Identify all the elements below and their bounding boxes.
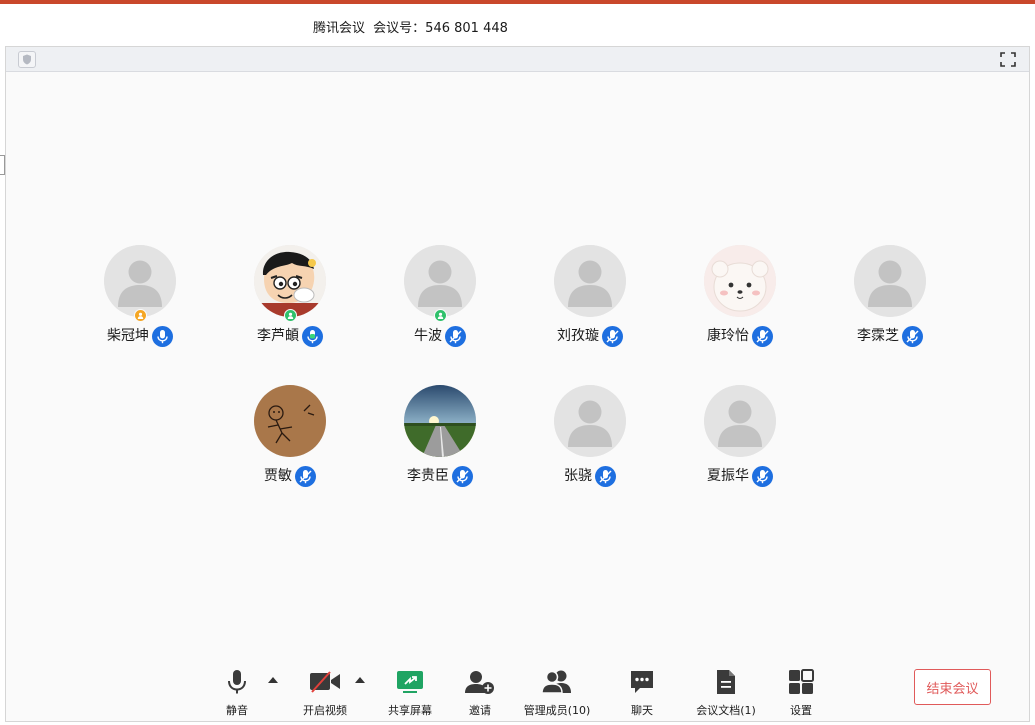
chat-label: 聊天 bbox=[631, 704, 653, 717]
share-screen-label: 共享屏幕 bbox=[388, 704, 432, 717]
avatar-white-dog bbox=[704, 245, 776, 317]
avatar-sketch-bear bbox=[254, 385, 326, 457]
mic-muted-icon bbox=[602, 325, 623, 347]
participant-tile[interactable]: 张骁 bbox=[520, 385, 660, 495]
video-off-icon bbox=[298, 667, 352, 697]
mic-muted-icon bbox=[595, 465, 616, 487]
manage-members-label: 管理成员(10) bbox=[523, 704, 591, 717]
participant-name: 贾敏 bbox=[264, 468, 292, 484]
participant-name-row: 牛波 bbox=[370, 325, 510, 347]
avatar bbox=[554, 245, 626, 317]
invite-user-icon bbox=[460, 667, 500, 697]
participant-tile[interactable]: 贾敏 bbox=[220, 385, 360, 495]
avatar bbox=[854, 245, 926, 317]
participant-name: 牛波 bbox=[414, 328, 442, 344]
fullscreen-icon[interactable] bbox=[999, 51, 1017, 68]
microphone-icon bbox=[217, 667, 257, 697]
end-meeting-button[interactable]: 结束会议 bbox=[914, 669, 991, 705]
participant-name: 康玲怡 bbox=[707, 328, 749, 344]
participant-name: 柴冠坤 bbox=[107, 328, 149, 344]
participant-tile[interactable]: 李贵臣 bbox=[370, 385, 510, 495]
meeting-id: 546 801 448 bbox=[425, 21, 508, 36]
participant-tile[interactable]: 李霂芝 bbox=[820, 245, 960, 355]
mic-muted-icon bbox=[752, 465, 773, 487]
avatar bbox=[704, 385, 776, 457]
window-title: 腾讯会议 会议号：546 801 448 bbox=[0, 17, 1035, 36]
audio-options-caret-icon[interactable] bbox=[268, 677, 278, 683]
meeting-id-label: 会议号： bbox=[373, 21, 426, 36]
avatar-road-sunset bbox=[404, 385, 476, 457]
participant-tile[interactable]: 康玲怡 bbox=[670, 245, 810, 355]
participant-name: 刘孜璇 bbox=[557, 328, 599, 344]
participant-name-row: 夏振华 bbox=[670, 465, 810, 487]
security-shield-icon[interactable] bbox=[18, 51, 36, 68]
document-icon bbox=[694, 667, 758, 697]
participant-name-row: 李芦頔 bbox=[220, 325, 360, 347]
participant-tile[interactable]: 李芦頔 bbox=[220, 245, 360, 355]
cohost-badge-icon bbox=[284, 309, 297, 322]
mic-icon bbox=[152, 325, 173, 347]
start-video-button[interactable]: 开启视频 bbox=[298, 667, 352, 723]
participant-name: 张骁 bbox=[564, 468, 592, 484]
participant-name-row: 康玲怡 bbox=[670, 325, 810, 347]
participant-name-row: 刘孜璇 bbox=[520, 325, 660, 347]
participant-name-row: 柴冠坤 bbox=[70, 325, 210, 347]
mute-button[interactable]: 静音 bbox=[217, 667, 257, 723]
mic-muted-icon bbox=[902, 325, 923, 347]
mute-label: 静音 bbox=[226, 704, 248, 717]
manage-members-button[interactable]: 管理成员(10) bbox=[522, 667, 592, 723]
participant-name-row: 李霂芝 bbox=[820, 325, 960, 347]
mic-muted-icon bbox=[452, 465, 473, 487]
cohost-badge-icon bbox=[434, 309, 447, 322]
members-icon bbox=[522, 667, 592, 697]
mic-muted-icon bbox=[445, 325, 466, 347]
participant-tile[interactable]: 刘孜璇 bbox=[520, 245, 660, 355]
settings-label: 设置 bbox=[790, 704, 812, 717]
share-screen-button[interactable]: 共享屏幕 bbox=[383, 667, 437, 723]
participant-name: 夏振华 bbox=[707, 468, 749, 484]
participant-tile[interactable]: 夏振华 bbox=[670, 385, 810, 495]
meeting-toolbar: 静音 开启视频 共享屏幕 邀请 管理成员(10) 聊天 会议文档(1) 设置 结… bbox=[6, 667, 1029, 723]
start-video-label: 开启视频 bbox=[303, 704, 347, 717]
avatar-cartoon-boy bbox=[254, 245, 326, 317]
participant-tile[interactable]: 柴冠坤 bbox=[70, 245, 210, 355]
title-bar[interactable]: 腾讯会议 会议号：546 801 448 bbox=[0, 4, 1035, 46]
chat-bubble-icon bbox=[622, 667, 662, 697]
participant-name-row: 贾敏 bbox=[220, 465, 360, 487]
meeting-subbar bbox=[6, 47, 1029, 72]
video-options-caret-icon[interactable] bbox=[355, 677, 365, 683]
participant-name-row: 李贵臣 bbox=[370, 465, 510, 487]
participant-name: 李贵臣 bbox=[407, 468, 449, 484]
participant-tile[interactable]: 牛波 bbox=[370, 245, 510, 355]
host-badge-icon bbox=[134, 309, 147, 322]
meeting-docs-button[interactable]: 会议文档(1) bbox=[694, 667, 758, 723]
avatar bbox=[554, 385, 626, 457]
share-screen-icon bbox=[383, 667, 437, 697]
meeting-docs-label: 会议文档(1) bbox=[696, 704, 756, 717]
mic-speaking-icon bbox=[302, 325, 323, 347]
mic-muted-icon bbox=[295, 465, 316, 487]
settings-grid-icon bbox=[781, 667, 821, 697]
chat-button[interactable]: 聊天 bbox=[622, 667, 662, 723]
avatar bbox=[104, 245, 176, 317]
mic-muted-icon bbox=[752, 325, 773, 347]
participant-name-row: 张骁 bbox=[520, 465, 660, 487]
participant-name: 李芦頔 bbox=[257, 328, 299, 344]
settings-button[interactable]: 设置 bbox=[781, 667, 821, 723]
invite-label: 邀请 bbox=[469, 704, 491, 717]
invite-button[interactable]: 邀请 bbox=[460, 667, 500, 723]
app-name: 腾讯会议 bbox=[313, 21, 366, 36]
avatar bbox=[404, 245, 476, 317]
meeting-window: 柴冠坤 李芦頔 牛波 刘孜璇 康玲怡 李霂芝 贾敏 李贵臣 张骁 夏振华 静音 … bbox=[5, 46, 1030, 722]
participant-name: 李霂芝 bbox=[857, 328, 899, 344]
